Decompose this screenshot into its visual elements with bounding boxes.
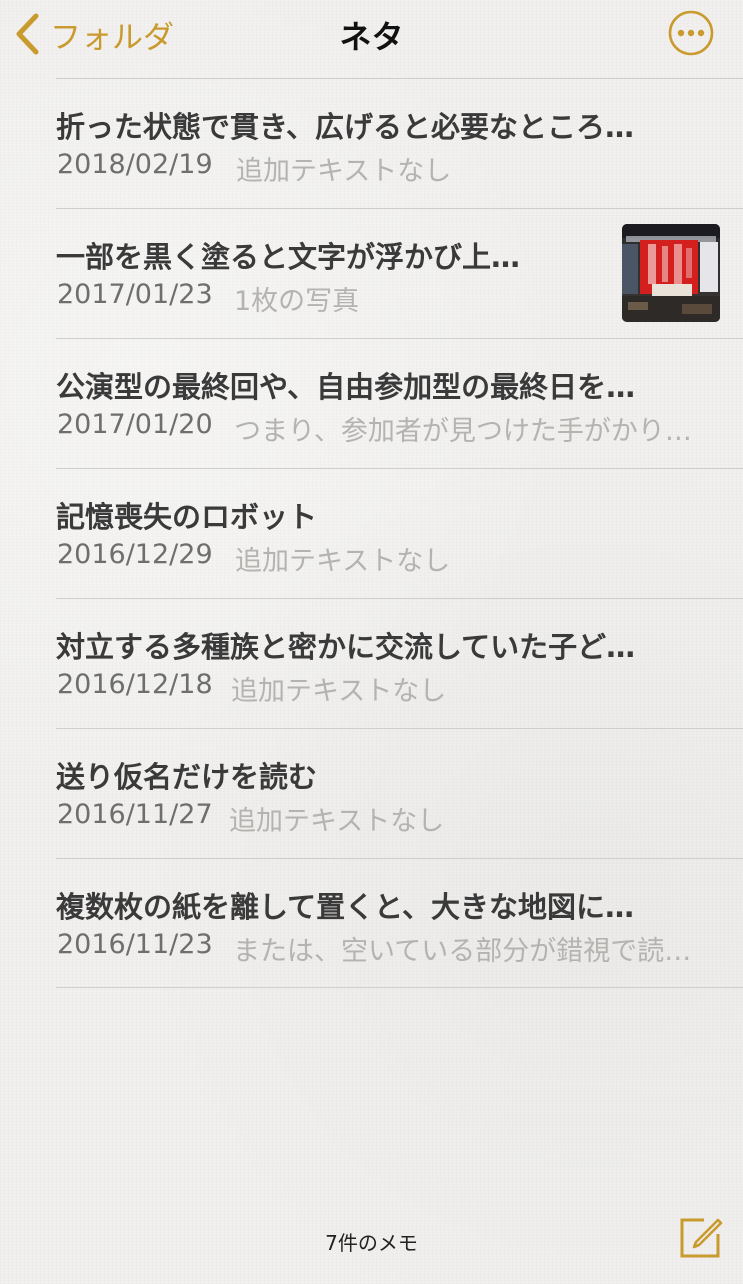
note-date: 2016/11/23	[57, 929, 213, 960]
navigation-bar: フォルダ ネタ	[0, 0, 743, 78]
note-date: 2016/12/18	[57, 669, 213, 700]
more-options-button[interactable]	[668, 10, 714, 56]
note-date: 2016/12/29	[57, 539, 213, 570]
note-preview: 追加テキストなし	[229, 806, 445, 837]
note-preview: 追加テキストなし	[231, 676, 447, 707]
note-title: 折った状態で貫き、広げると必要なところ…	[56, 110, 634, 144]
note-preview: つまり、参加者が見つけた手がかり…	[234, 416, 692, 447]
note-date: 2017/01/20	[57, 409, 213, 440]
note-row[interactable]: 送り仮名だけを読む 2016/11/27 追加テキストなし	[0, 728, 743, 858]
note-title: 記憶喪失のロボット	[56, 500, 318, 534]
note-count-label: 7件のメモ	[325, 1231, 418, 1255]
note-preview: 1枚の写真	[234, 286, 360, 317]
note-title: 送り仮名だけを読む	[56, 760, 318, 794]
note-title: 対立する多種族と密かに交流していた子ど…	[56, 630, 636, 664]
note-row[interactable]: 複数枚の紙を離して置くと、大きな地図に… 2016/11/23 または、空いてい…	[0, 858, 743, 988]
list-divider	[56, 987, 743, 988]
note-row[interactable]: 記憶喪失のロボット 2016/12/29 追加テキストなし	[0, 468, 743, 598]
note-preview: 追加テキストなし	[236, 156, 452, 187]
note-title: 一部を黒く塗ると文字が浮かび上…	[56, 240, 521, 274]
note-preview: 追加テキストなし	[235, 546, 451, 577]
note-date: 2016/11/27	[57, 799, 213, 830]
note-date: 2018/02/19	[57, 149, 213, 180]
note-photo-thumbnail	[622, 224, 720, 322]
note-title: 複数枚の紙を離して置くと、大きな地図に…	[56, 890, 634, 924]
note-row[interactable]: 対立する多種族と密かに交流していた子ど… 2016/12/18 追加テキストなし	[0, 598, 743, 728]
ellipsis-circle-icon	[668, 10, 714, 56]
note-title: 公演型の最終回や、自由参加型の最終日を…	[56, 370, 636, 404]
note-row[interactable]: 公演型の最終回や、自由参加型の最終日を… 2017/01/20 つまり、参加者が…	[0, 338, 743, 468]
note-row[interactable]: 折った状態で貫き、広げると必要なところ… 2018/02/19 追加テキストなし	[0, 78, 743, 208]
compose-icon	[680, 1218, 723, 1258]
note-preview: または、空いている部分が錯視で読…	[233, 936, 692, 967]
note-date: 2017/01/23	[57, 279, 213, 310]
compose-note-button[interactable]	[678, 1214, 724, 1260]
page-title: ネタ	[339, 18, 404, 56]
note-row[interactable]: 一部を黒く塗ると文字が浮かび上… 2017/01/23 1枚の写真	[0, 208, 743, 338]
